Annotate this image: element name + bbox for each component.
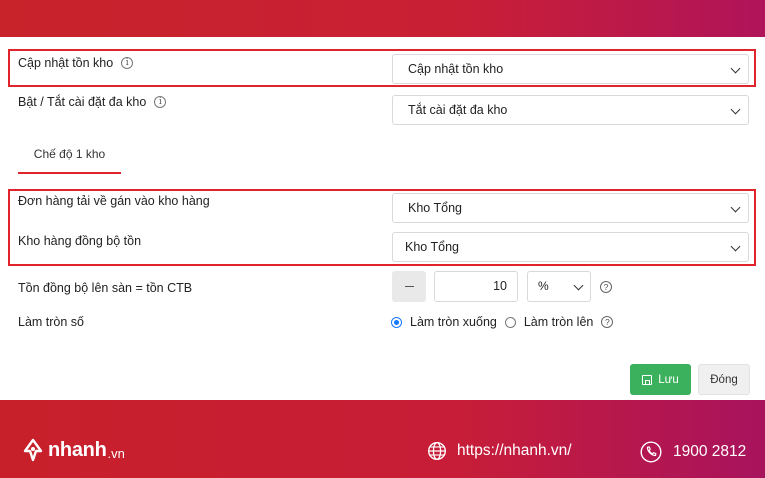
save-button[interactable]: Lưu (630, 364, 691, 395)
globe-icon (427, 441, 447, 461)
nhanh-logo: nhanh .vn (21, 438, 125, 462)
chevron-down-icon (730, 104, 741, 115)
stock-settings-panel: Cập nhật tồn kho i Cập nhật tồn kho Bật … (0, 37, 765, 400)
close-button[interactable]: Đóng (698, 364, 750, 395)
help-icon[interactable]: ? (601, 316, 614, 328)
decrement-button[interactable] (392, 271, 426, 302)
rounding-radio-group: Làm tròn xuống Làm tròn lên ? (391, 315, 614, 329)
rounding-label: Làm tròn số (18, 315, 85, 329)
sync-stock-input[interactable]: 10 (434, 271, 518, 302)
minus-icon (404, 285, 414, 288)
highlight-box-warehouse-group (8, 189, 756, 266)
website-link[interactable]: https://nhanh.vn/ (427, 441, 572, 461)
tab-single-warehouse[interactable]: Chế độ 1 kho (18, 147, 121, 174)
radio-button-checked[interactable] (391, 316, 402, 328)
help-icon[interactable]: ? (600, 281, 612, 293)
chevron-down-icon (573, 280, 584, 291)
radio-round-down[interactable]: Làm tròn xuống (391, 315, 497, 329)
save-icon (642, 374, 653, 385)
top-banner (0, 0, 765, 37)
highlight-box-update-stock (8, 49, 756, 87)
sync-stock-label: Tồn đồng bộ lên sàn = tồn CTB (18, 281, 193, 295)
logo-icon (23, 438, 43, 462)
radio-round-up[interactable]: Làm tròn lên (504, 315, 593, 329)
phone-icon (640, 441, 662, 463)
multi-warehouse-label: Bật / Tắt cài đặt đa kho i (18, 95, 167, 109)
multi-warehouse-select[interactable]: Tắt cài đặt đa kho (392, 95, 749, 125)
info-icon[interactable]: i (154, 96, 167, 108)
phone-contact[interactable]: 1900 2812 (640, 441, 746, 463)
unit-select[interactable]: % (527, 271, 591, 302)
radio-button[interactable] (504, 316, 516, 328)
